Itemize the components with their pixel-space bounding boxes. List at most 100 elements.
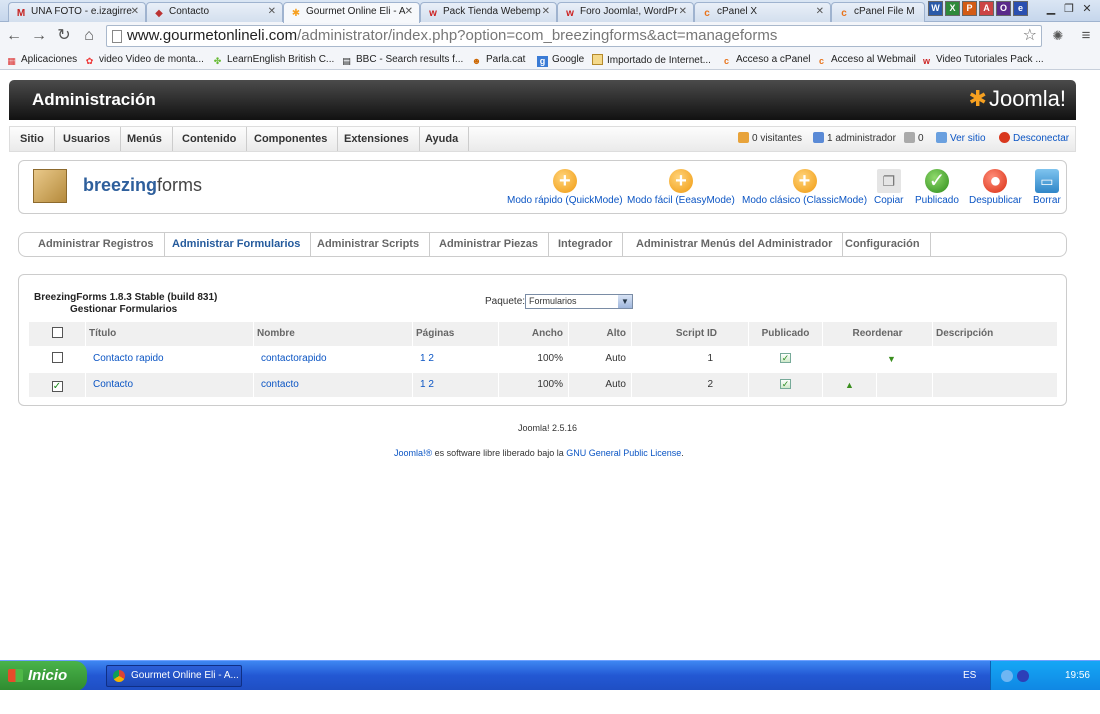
subnav-scripts[interactable]: Administrar Scripts (307, 233, 431, 256)
bookmark-learnenglish[interactable]: ✤ LearnEnglish British C... (212, 54, 335, 67)
unpublish-button[interactable]: ● Despublicar (969, 169, 1022, 206)
site-icon: ◆ (155, 8, 163, 19)
star-icon[interactable]: ☆ (1023, 26, 1037, 46)
word-icon[interactable]: W (928, 1, 943, 16)
tab-close-icon[interactable]: ✕ (131, 6, 139, 17)
status-messages[interactable]: 0 (904, 127, 924, 151)
menu-item-sitio[interactable]: Sitio (10, 127, 55, 151)
bookmark-webmail[interactable]: c Acceso al Webmail (816, 54, 916, 67)
bookmark-folder-importado[interactable]: Importado de Internet... (592, 54, 711, 66)
menu-item-componentes[interactable]: Componentes (244, 127, 339, 151)
close-window-icon[interactable]: ✕ (1078, 0, 1096, 18)
col-descripcion[interactable]: Descripción (933, 322, 1058, 346)
app-icon[interactable]: A (979, 1, 994, 16)
joomla-link[interactable]: Joomla!® (394, 448, 432, 458)
form-title-link[interactable]: Contacto rapido (93, 353, 164, 364)
bookmark-parla[interactable]: ☻ Parla.cat (471, 54, 526, 67)
logout-text[interactable]: Desconectar (1013, 133, 1069, 144)
browser-tab-cpanel[interactable]: c cPanel X ✕ (694, 2, 831, 22)
classicmode-button[interactable]: + Modo clásico (ClassicMode) (742, 169, 867, 206)
forward-icon[interactable]: → (29, 26, 49, 46)
tab-close-icon[interactable]: ✕ (542, 6, 550, 17)
extension-icon[interactable]: ✺ (1048, 26, 1068, 46)
minimize-icon[interactable]: ▁ (1042, 0, 1060, 18)
col-ancho[interactable]: Ancho (499, 322, 569, 346)
browser-tab-gourmet[interactable]: ✱ Gourmet Online Eli - A ✕ (283, 2, 420, 23)
subnav-registros[interactable]: Administrar Registros (28, 233, 165, 256)
subnav-formularios[interactable]: Administrar Formularios (162, 233, 312, 256)
published-icon[interactable]: ✓ (780, 353, 791, 363)
col-paginas[interactable]: Páginas (413, 322, 499, 346)
app-icon[interactable]: O (996, 1, 1011, 16)
publish-button[interactable]: ✓ Publicado (915, 169, 959, 206)
row-select-cell (29, 347, 86, 371)
back-icon[interactable]: ← (4, 26, 24, 46)
bookmark-apps[interactable]: ▦ Aplicaciones (6, 54, 77, 67)
subnav-piezas[interactable]: Administrar Piezas (429, 233, 550, 256)
move-down-icon[interactable]: ▼ (887, 354, 896, 364)
col-script-id[interactable]: Script ID (632, 322, 749, 346)
menu-item-ayuda[interactable]: Ayuda (415, 127, 470, 151)
start-button[interactable]: Inicio (0, 661, 87, 691)
subnav-menus-admin[interactable]: Administrar Menús del Administrador (626, 233, 844, 256)
excel-icon[interactable]: X (945, 1, 960, 16)
browser-tab-contacto[interactable]: ◆ Contacto ✕ (146, 2, 283, 22)
logout-link[interactable]: Desconectar (999, 127, 1069, 151)
address-bar[interactable]: www.gourmetonlineli.com/administrator/in… (106, 25, 1042, 47)
browser-tab-pack-tienda[interactable]: w Pack Tienda Webemp ✕ (420, 2, 557, 22)
home-icon[interactable]: ⌂ (79, 26, 99, 46)
app-icon[interactable]: e (1013, 1, 1028, 16)
row-checkbox-checked[interactable]: ✓ (51, 381, 63, 392)
tab-close-icon[interactable]: ✕ (816, 6, 824, 17)
menu-item-menus[interactable]: Menús (117, 127, 173, 151)
bluetooth-icon[interactable] (1017, 670, 1029, 682)
pages-link[interactable]: 1 2 (420, 353, 434, 364)
tray-back-icon[interactable] (1001, 670, 1013, 682)
reload-icon[interactable]: ↻ (54, 26, 74, 46)
package-value: Formularios (529, 296, 577, 306)
powerpoint-icon[interactable]: P (962, 1, 977, 16)
form-title-link[interactable]: Contacto (93, 379, 133, 390)
published-icon[interactable]: ✓ (780, 379, 791, 389)
move-up-icon[interactable]: ▲ (845, 380, 854, 390)
menu-item-extensiones[interactable]: Extensiones (334, 127, 420, 151)
pages-link[interactable]: 1 2 (420, 379, 434, 390)
view-site-link[interactable]: Ver sitio (936, 127, 986, 151)
row-checkbox[interactable] (51, 352, 63, 363)
restore-icon[interactable]: ❐ (1060, 0, 1078, 18)
browser-tab-cpanel-file[interactable]: c cPanel File M (831, 2, 925, 22)
view-site-text[interactable]: Ver sitio (950, 133, 986, 144)
gpl-link[interactable]: GNU General Public License (566, 448, 681, 458)
tab-close-icon[interactable]: ✕ (268, 6, 276, 17)
col-titulo[interactable]: Título (86, 322, 254, 346)
col-alto[interactable]: Alto (569, 322, 632, 346)
bookmark-tutoriales[interactable]: w Video Tutoriales Pack ... (921, 54, 1044, 67)
table-row: Contacto rapido contactorapido 1 2 100% … (29, 347, 1058, 371)
col-reordenar[interactable]: Reordenar (823, 322, 933, 346)
browser-tab-gmail[interactable]: M UNA FOTO - e.izagirre ✕ (8, 2, 146, 22)
bookmark-video[interactable]: ✿ video Video de monta... (84, 54, 204, 67)
package-select[interactable]: Formularios ▼ (525, 294, 633, 309)
copy-button[interactable]: ❐ Copiar (874, 169, 903, 206)
easymode-button[interactable]: + Modo fácil (EeasyMode) (627, 169, 735, 206)
form-name-link[interactable]: contactorapido (261, 353, 327, 364)
menu-item-contenido[interactable]: Contenido (172, 127, 248, 151)
tab-close-icon[interactable]: ✕ (679, 6, 687, 17)
bookmark-bbc[interactable]: ▤ BBC - Search results f... (341, 54, 463, 67)
subnav-integrador[interactable]: Integrador (548, 233, 624, 256)
menu-icon[interactable]: ≡ (1076, 26, 1096, 46)
taskbar-item-chrome[interactable]: Gourmet Online Eli - A... (106, 665, 242, 687)
bookmark-google[interactable]: g Google (537, 54, 584, 67)
menu-item-usuarios[interactable]: Usuarios (53, 127, 122, 151)
col-nombre[interactable]: Nombre (254, 322, 413, 346)
language-indicator[interactable]: ES (963, 661, 976, 691)
delete-button[interactable]: ▭ Borrar (1033, 169, 1061, 206)
col-publicado[interactable]: Publicado (749, 322, 823, 346)
form-name-link[interactable]: contacto (261, 379, 299, 390)
quickmode-button[interactable]: + Modo rápido (QuickMode) (507, 169, 623, 206)
bookmark-cpanel[interactable]: c Acceso a cPanel (721, 54, 811, 67)
select-all-checkbox[interactable] (51, 327, 63, 338)
subnav-configuracion[interactable]: Configuración (835, 233, 931, 256)
tab-close-icon[interactable]: ✕ (405, 6, 413, 17)
browser-tab-foro-joomla[interactable]: w Foro Joomla!, WordPr ✕ (557, 2, 694, 22)
